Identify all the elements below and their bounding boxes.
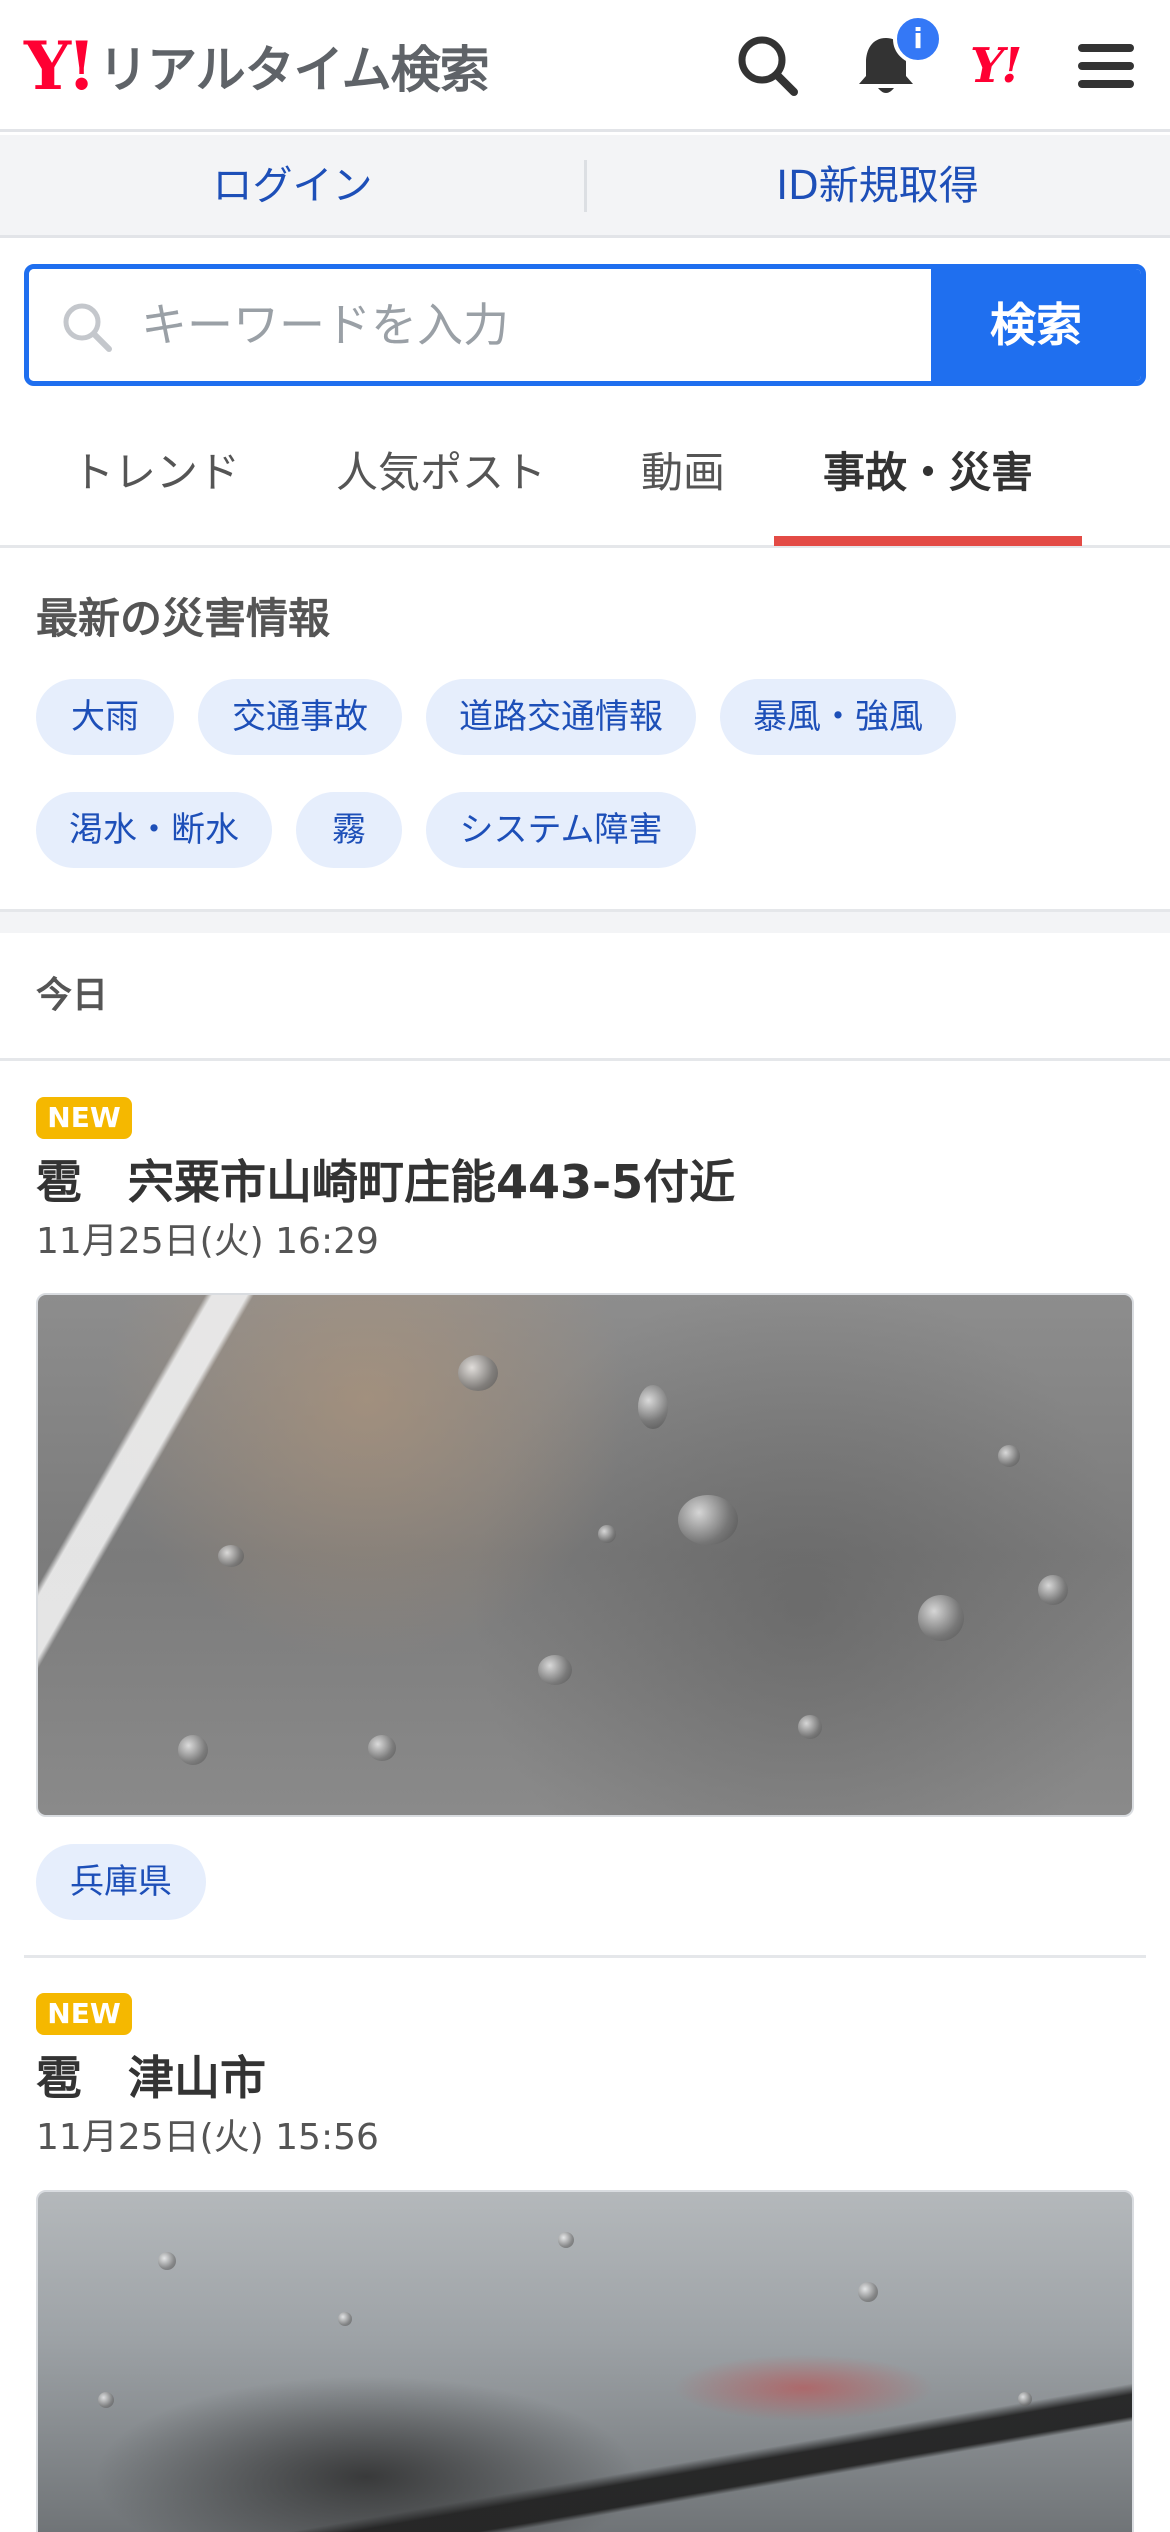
post-title[interactable]: 雹 津山市 [36, 2042, 266, 2108]
tab-videos[interactable]: 動画 [618, 400, 748, 548]
menu-icon[interactable] [1070, 30, 1142, 102]
category-tabs: トレンド 人気ポスト 動画 事故・災害 [0, 400, 1170, 548]
post-image[interactable] [36, 2190, 1134, 2532]
tab-accidents-disasters[interactable]: 事故・災害 [774, 400, 1082, 548]
signup-link[interactable]: ID新規取得 [585, 135, 1170, 235]
disaster-info-section: 最新の災害情報 大雨 交通事故 道路交通情報 暴風・強風 渇水・断水 霧 システ… [0, 551, 1170, 909]
location-chip[interactable]: 兵庫県 [36, 1844, 206, 1920]
new-badge: NEW [36, 1097, 132, 1139]
app-header: Y! リアルタイム検索 i Y! [0, 0, 1170, 132]
chip-heavy-rain[interactable]: 大雨 [36, 679, 174, 755]
chip-storm[interactable]: 暴風・強風 [720, 679, 956, 755]
tab-trend[interactable]: トレンド [36, 400, 276, 548]
chip-fog[interactable]: 霧 [296, 792, 402, 868]
divider [24, 1955, 1146, 1958]
site-title: リアルタイム検索 [98, 41, 489, 99]
search-field[interactable] [29, 269, 941, 381]
search-icon[interactable] [732, 30, 804, 102]
chip-system-failure[interactable]: システム障害 [426, 792, 696, 868]
yahoo-japan-icon[interactable]: Y! [970, 36, 1046, 96]
chip-road-traffic-info[interactable]: 道路交通情報 [426, 679, 696, 755]
divider [584, 160, 587, 212]
search-bar: 検索 [24, 264, 1146, 386]
post-image[interactable] [36, 1293, 1134, 1817]
site-logo[interactable]: Y! リアルタイム検索 [24, 27, 490, 105]
post-datetime: 11月25日(火) 16:29 [36, 1221, 379, 1262]
chip-traffic-accident[interactable]: 交通事故 [198, 679, 402, 755]
chip-water-shortage[interactable]: 渇水・断水 [36, 792, 272, 868]
yahoo-logo-mark: Y! [24, 27, 96, 105]
post-title[interactable]: 雹 宍粟市山崎町庄能443-5付近 [36, 1146, 735, 1212]
search-field-icon [63, 303, 112, 352]
section-title: 最新の災害情報 [36, 594, 331, 643]
new-badge: NEW [36, 1993, 132, 2035]
account-bar: ログイン ID新規取得 [0, 135, 1170, 238]
search-button[interactable]: 検索 [931, 269, 1141, 381]
section-gap [0, 909, 1170, 933]
notification-badge: i [893, 14, 943, 64]
post-datetime: 11月25日(火) 15:56 [36, 2117, 379, 2158]
divider [0, 1058, 1170, 1061]
login-link[interactable]: ログイン [0, 135, 585, 235]
active-tab-indicator [774, 536, 1082, 546]
tab-popular-posts[interactable]: 人気ポスト [316, 400, 566, 548]
search-input[interactable] [141, 269, 941, 381]
date-section-label: 今日 [36, 975, 109, 1016]
